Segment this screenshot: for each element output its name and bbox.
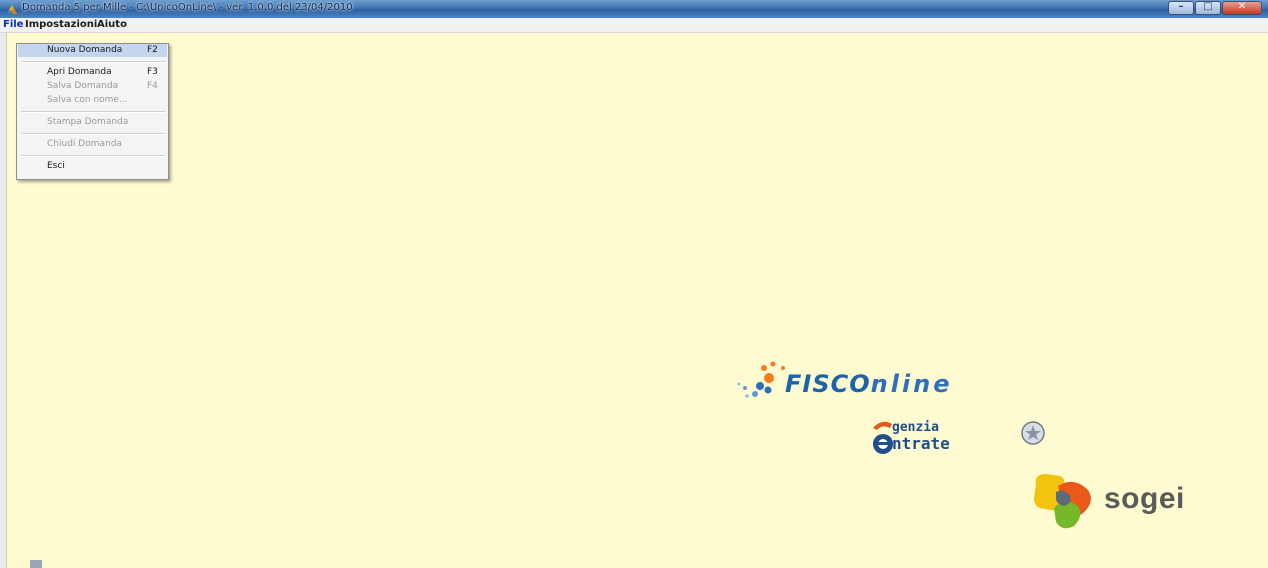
menu-item-esci[interactable]: Esci xyxy=(18,160,167,173)
close-icon: ✕ xyxy=(1237,1,1247,12)
sogei-logo: sogei xyxy=(1030,470,1200,534)
menu-item-label: Nuova Domanda xyxy=(47,45,123,55)
fiscoonline-dots-icon xyxy=(737,361,785,398)
sogei-text: sogei xyxy=(1104,482,1185,515)
app-icon xyxy=(7,5,17,14)
status-indicator xyxy=(30,560,42,568)
menu-item-chiudi-domanda[interactable]: Chiudi Domanda xyxy=(18,138,167,151)
menu-item-salva-domanda[interactable]: Salva Domanda F4 xyxy=(18,80,167,93)
menu-item-label: Salva Domanda xyxy=(47,81,119,91)
menu-item-label: Stampa Domanda xyxy=(47,117,129,127)
menu-item-nuova-domanda[interactable]: Nuova Domanda F2 xyxy=(18,44,167,57)
menu-item-label: Esci xyxy=(47,161,65,171)
title-bar: Domanda 5 per Mille - C:\UnicoOnLine\ - … xyxy=(0,0,1268,18)
window-controls: – □ ✕ xyxy=(1167,1,1262,17)
file-menu-dropdown: Nuova Domanda F2 Apri Domanda F3 Salva D… xyxy=(16,43,169,180)
menu-impostazioni[interactable]: Impostazioni xyxy=(25,18,97,32)
menu-item-shortcut: F4 xyxy=(147,81,158,91)
menu-item-shortcut: F3 xyxy=(147,67,158,77)
fisco-text-part1: FISCO xyxy=(785,370,871,398)
fiscoonline-logo: FISCOnline xyxy=(733,358,993,408)
menu-item-shortcut: F2 xyxy=(147,45,158,55)
close-button[interactable]: ✕ xyxy=(1222,1,1262,15)
menu-aiuto[interactable]: Aiuto xyxy=(97,18,127,32)
republic-emblem-icon xyxy=(1021,421,1045,445)
window-title: Domanda 5 per Mille - C:\UnicoOnLine\ - … xyxy=(22,2,353,13)
menu-item-salva-con-nome[interactable]: Salva con nome... xyxy=(18,94,167,107)
menu-file[interactable]: File xyxy=(3,18,23,32)
maximize-button[interactable]: □ xyxy=(1195,1,1221,15)
fisco-text-part2: nline xyxy=(870,370,953,398)
menu-bar: File Impostazioni Aiuto xyxy=(0,18,1268,33)
menu-item-stampa-domanda[interactable]: Stampa Domanda xyxy=(18,116,167,129)
sogei-leaf-icon xyxy=(1034,474,1091,529)
menu-separator xyxy=(21,111,165,113)
maximize-icon: □ xyxy=(1203,1,1213,12)
window-left-border xyxy=(0,33,7,568)
menu-item-label: Chiudi Domanda xyxy=(47,139,122,149)
menu-separator xyxy=(21,155,165,157)
minimize-button[interactable]: – xyxy=(1168,1,1194,15)
fiscoonline-logo-text: FISCOnline xyxy=(785,370,953,398)
minimize-icon: – xyxy=(1178,1,1184,12)
menu-separator xyxy=(21,133,165,135)
agenzia-entrate-logo: genzia ntrate xyxy=(870,418,1050,458)
agenzia-line2: ntrate xyxy=(892,434,950,453)
menu-item-label: Salva con nome... xyxy=(47,95,128,105)
menu-item-label: Apri Domanda xyxy=(47,67,112,77)
agenzia-line1: genzia xyxy=(892,420,939,435)
menu-item-apri-domanda[interactable]: Apri Domanda F3 xyxy=(18,66,167,79)
menu-separator xyxy=(21,61,165,63)
